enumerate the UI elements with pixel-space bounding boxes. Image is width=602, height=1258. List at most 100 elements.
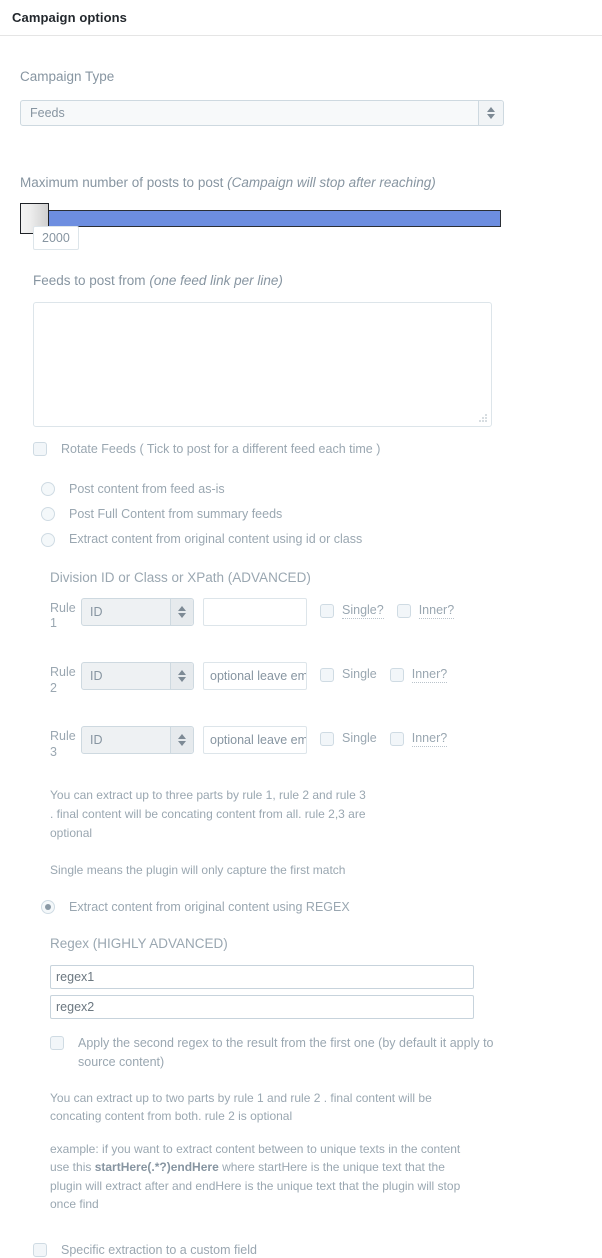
rule-1-inner-label[interactable]: Inner? (418, 598, 455, 619)
rule-2-inner-label[interactable]: Inner? (411, 662, 448, 683)
rule-3-tag-line2: 3 (50, 744, 57, 759)
division-help-1: You can extract up to three parts by rul… (0, 760, 370, 842)
select-spinner-icon[interactable] (170, 598, 193, 625)
rule-1-type-value: ID (90, 604, 103, 619)
chevron-up-icon (178, 605, 186, 611)
content-mode-label-2: Extract content from original content us… (69, 532, 363, 547)
rule-3-value-placeholder: optional leave empty (210, 733, 307, 748)
chevron-up-icon (178, 734, 186, 740)
resize-grip-icon[interactable] (479, 413, 488, 423)
rotate-feeds-label: Rotate Feeds ( Tick to post for a differ… (61, 441, 381, 456)
radio-extract-by-regex[interactable] (41, 899, 55, 914)
rule-1-value-input[interactable] (203, 597, 307, 626)
regex1-placeholder: regex1 (56, 970, 95, 985)
radio-post-full-content[interactable] (41, 507, 55, 522)
rule-2-single-checkbox[interactable] (320, 667, 334, 682)
panel-header: Campaign options (0, 0, 602, 36)
rule-3-inner-checkbox[interactable] (389, 732, 404, 747)
content-mode-option-2[interactable]: Extract content from original content us… (41, 531, 602, 547)
chevron-down-icon (178, 676, 186, 682)
campaign-type-label: Campaign Type (20, 69, 115, 84)
rule-3-single-checkbox[interactable] (320, 732, 334, 747)
apply-second-regex-row[interactable]: Apply the second regex to the result fro… (0, 1019, 602, 1072)
rule-2-value-input[interactable]: optional leave empty (203, 661, 307, 690)
apply-second-regex-checkbox[interactable] (50, 1036, 64, 1051)
rule-3-value-input[interactable]: optional leave empty (203, 726, 307, 755)
max-posts-label: Maximum number of posts to post (Campaig… (20, 174, 602, 192)
rule-2-single-label[interactable]: Single (342, 662, 377, 681)
rule-1-tag-line2: 1 (50, 616, 57, 631)
rule-2-type-value: ID (90, 668, 103, 683)
rule-2-type-select[interactable]: ID (81, 661, 194, 690)
division-help-2: Single means the plugin will only captur… (0, 842, 350, 880)
page-title: Campaign options (12, 10, 127, 25)
custom-field-row[interactable]: Specific extraction to a custom field (0, 1214, 602, 1258)
max-posts-section: Maximum number of posts to post (Campaig… (0, 131, 602, 192)
feeds-section: Feeds to post from (one feed link per li… (0, 248, 602, 427)
rule-3-tag: Rule 3 (50, 726, 76, 760)
campaign-type-select-value: Feeds (30, 105, 65, 120)
rule-3-inner-label[interactable]: Inner? (411, 726, 448, 748)
regex-heading: Regex (HIGHLY ADVANCED) (50, 936, 228, 952)
regex-help-example-text: example: if you want to extract content … (50, 1140, 470, 1214)
max-posts-label-note: (Campaign will stop after reaching) (227, 174, 436, 190)
content-mode-option-1[interactable]: Post Full Content from summary feeds (41, 506, 602, 522)
slider-track[interactable] (20, 210, 501, 228)
regex-help-1-text: You can extract up to two parts by rule … (50, 1090, 432, 1124)
rule-2-tag-line1: Rule (50, 664, 76, 679)
rule-1-tag: Rule 1 (50, 598, 76, 632)
rule-row-2: Rule 2 ID optional leave empty Single In… (0, 632, 602, 696)
rule-row-3: Rule 3 ID optional leave empty Single In… (0, 696, 602, 760)
feeds-label-text: Feeds to post from (33, 273, 146, 289)
rule-3-type-select[interactable]: ID (81, 726, 194, 755)
rotate-feeds-row[interactable]: Rotate Feeds ( Tick to post for a differ… (0, 427, 602, 457)
rule-2-value-placeholder: optional leave empty (210, 668, 307, 683)
max-posts-label-text: Maximum number of posts to post (20, 174, 224, 190)
chevron-down-icon (487, 113, 495, 119)
campaign-type-select[interactable]: Feeds (20, 99, 504, 126)
regex-section: Regex (HIGHLY ADVANCED) regex1 regex2 (0, 915, 602, 1020)
regex2-placeholder: regex2 (56, 1000, 95, 1015)
radio-post-as-is[interactable] (41, 482, 55, 497)
select-spinner-icon[interactable] (170, 727, 193, 754)
regex-mode-row[interactable]: Extract content from original content us… (0, 880, 602, 915)
chevron-up-icon (487, 106, 495, 112)
feeds-label-note: (one feed link per line) (149, 273, 283, 289)
rotate-feeds-checkbox[interactable] (33, 441, 47, 456)
campaign-options-page: Campaign options Campaign Type Feeds Max… (0, 0, 602, 1258)
rule-2-inner-checkbox[interactable] (389, 667, 404, 682)
slider-value-box: 2000 (33, 226, 79, 251)
feeds-textarea[interactable] (33, 301, 492, 427)
rule-1-inner-checkbox[interactable] (396, 603, 411, 618)
division-section: Division ID or Class or XPath (ADVANCED) (0, 548, 602, 585)
rule-1-type-select[interactable]: ID (81, 597, 194, 626)
rule-row-1: Rule 1 ID Single? Inner? (0, 585, 602, 632)
regex-example-pattern: startHere(.*?)endHere (94, 1160, 219, 1175)
rule-1-single-label[interactable]: Single? (342, 598, 384, 619)
regex-mode-label: Extract content from original content us… (69, 899, 350, 914)
campaign-type-section: Campaign Type Feeds (0, 36, 602, 131)
custom-field-checkbox[interactable] (33, 1243, 47, 1258)
radio-extract-by-id-class[interactable] (41, 532, 55, 547)
division-heading: Division ID or Class or XPath (ADVANCED) (50, 569, 311, 585)
regex2-input[interactable]: regex2 (50, 995, 474, 1020)
rule-1-single-checkbox[interactable] (320, 603, 334, 618)
regex1-input[interactable]: regex1 (50, 965, 474, 990)
division-help-2-text: Single means the plugin will only captur… (50, 863, 346, 878)
content-mode-label-0: Post content from feed as-is (69, 481, 225, 496)
rule-2-tag-line2: 2 (50, 680, 57, 695)
max-posts-slider[interactable]: 2000 (0, 200, 602, 251)
chevron-up-icon (178, 669, 186, 675)
select-spinner-icon[interactable] (478, 100, 503, 125)
apply-second-regex-label: Apply the second regex to the result fro… (78, 1036, 494, 1069)
rule-3-single-label[interactable]: Single (342, 726, 377, 745)
regex-help-1: You can extract up to two parts by rule … (0, 1072, 470, 1126)
select-spinner-icon[interactable] (170, 662, 193, 689)
rule-2-tag: Rule 2 (50, 662, 76, 696)
regex-help-example: example: if you want to extract content … (0, 1126, 470, 1214)
content-mode-group: Post content from feed as-is Post Full C… (0, 457, 602, 548)
content-mode-option-0[interactable]: Post content from feed as-is (41, 481, 602, 497)
custom-field-label: Specific extraction to a custom field (61, 1243, 257, 1258)
rule-3-tag-line1: Rule (50, 729, 76, 744)
content-mode-label-1: Post Full Content from summary feeds (69, 507, 283, 522)
